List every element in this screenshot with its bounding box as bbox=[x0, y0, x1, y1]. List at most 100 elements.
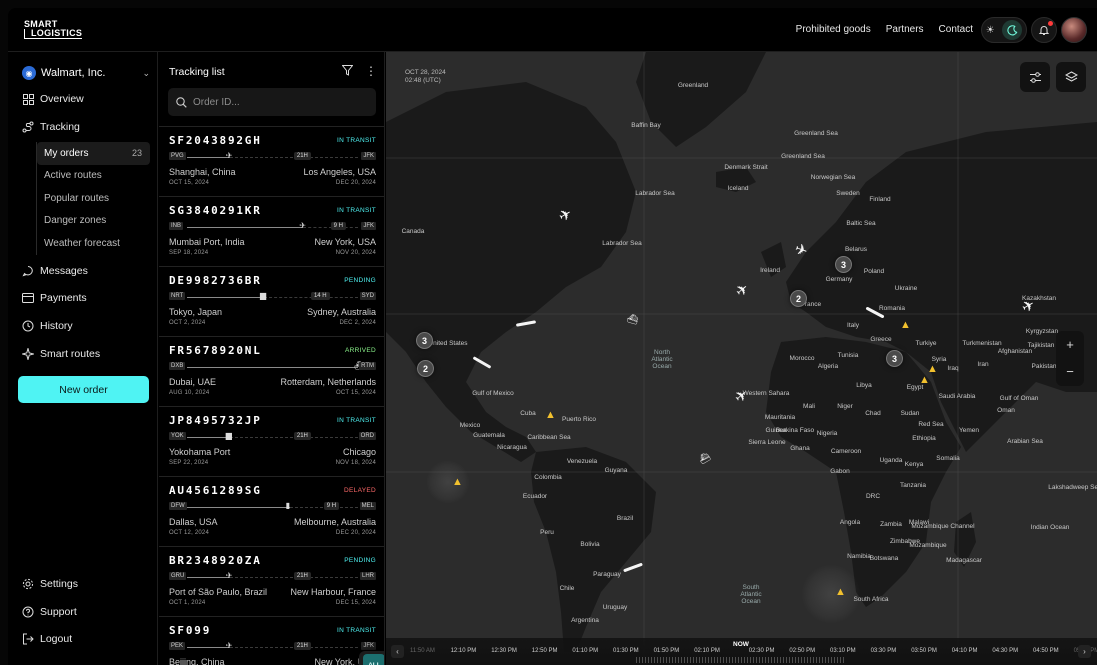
timeline-tick[interactable]: 01:10 PM bbox=[572, 648, 598, 654]
train-icon: ▮ bbox=[285, 501, 290, 510]
map-label: Greenland Sea bbox=[794, 130, 838, 137]
warning-icon[interactable]: ▲ bbox=[545, 409, 556, 421]
world-map[interactable]: Canada United States Mexico Gulf of Mexico C… bbox=[386, 52, 1097, 665]
origin-city: Dallas, USA bbox=[169, 517, 218, 527]
filter-all-button[interactable]: ALL bbox=[363, 654, 384, 665]
filter-icon[interactable] bbox=[341, 65, 354, 79]
order-row[interactable]: SG3840291KR IN TRANSIT INB ✈ 9 H JFK Mum… bbox=[159, 196, 384, 266]
order-route: PVG ✈ 21H JFK bbox=[169, 151, 376, 162]
order-route: NRT ▆ 14 H SYD bbox=[169, 291, 376, 302]
timeline-tick[interactable]: 04:50 PM bbox=[1033, 648, 1059, 654]
map-label: Guyana bbox=[604, 467, 628, 474]
warning-icon[interactable]: ▲ bbox=[452, 476, 463, 488]
zoom-out-button[interactable]: − bbox=[1056, 358, 1084, 385]
order-id: DE9982736BR bbox=[169, 274, 262, 287]
warning-icon[interactable]: ▲ bbox=[835, 586, 846, 598]
order-row[interactable]: JP8495732JP IN TRANSIT YOK ▆ 21H ORD Yok… bbox=[159, 406, 384, 476]
order-search[interactable] bbox=[168, 88, 376, 116]
cluster-marker[interactable]: 2 bbox=[417, 360, 434, 377]
map-label: Libya bbox=[856, 382, 872, 389]
map-label: Bolivia bbox=[580, 541, 600, 548]
warning-icon[interactable]: ▲ bbox=[919, 374, 930, 386]
nav-contact[interactable]: Contact bbox=[939, 24, 973, 35]
timeline-tick[interactable]: 03:10 PM bbox=[830, 648, 856, 654]
timeline-tick[interactable]: 03:50 PM bbox=[911, 648, 937, 654]
sidebar-item-smart-routes[interactable]: Smart routes bbox=[22, 345, 100, 363]
nav-prohibited-goods[interactable]: Prohibited goods bbox=[796, 24, 871, 35]
timeline-tick[interactable]: 12:10 PM bbox=[451, 648, 477, 654]
timeline-tick[interactable]: 04:10 PM bbox=[952, 648, 978, 654]
route-progress-done bbox=[187, 577, 230, 578]
destination-city: Los Angeles, USA bbox=[303, 167, 376, 177]
timeline-tick[interactable]: 02:10 PM bbox=[694, 648, 720, 654]
cluster-marker[interactable]: 2 bbox=[790, 290, 807, 307]
map-settings-button[interactable] bbox=[1020, 62, 1050, 92]
sidebar-subitem-my-orders[interactable]: My orders 23 bbox=[37, 142, 150, 165]
map-label: Greece bbox=[870, 336, 892, 343]
order-row[interactable]: FR5678920NL ARRIVED DXB ⛴ RTM Dubai, UAE… bbox=[159, 336, 384, 406]
timeline-tick[interactable]: 01:30 PM bbox=[613, 648, 639, 654]
sidebar-item-logout[interactable]: Logout bbox=[22, 630, 72, 648]
cluster-marker[interactable]: 3 bbox=[835, 256, 852, 273]
cluster-marker[interactable]: 3 bbox=[886, 350, 903, 367]
route-progress-done bbox=[187, 227, 304, 228]
timeline-next-button[interactable]: › bbox=[1078, 645, 1091, 658]
zoom-in-button[interactable]: + bbox=[1056, 331, 1084, 358]
timeline-tick[interactable]: 12:50 PM bbox=[532, 648, 558, 654]
map-label: Gabon bbox=[830, 468, 850, 475]
notifications-button[interactable] bbox=[1031, 17, 1057, 43]
nav-partners[interactable]: Partners bbox=[886, 24, 924, 35]
map-label: Namibia bbox=[847, 553, 871, 560]
logo[interactable]: SMART LOGISTICS bbox=[24, 20, 83, 39]
new-order-button[interactable]: New order bbox=[18, 376, 149, 403]
map-label: Gulf of Oman bbox=[999, 395, 1039, 402]
timeline-tick[interactable]: 02:30 PM bbox=[749, 648, 775, 654]
origin-city: Port of São Paulo, Brazil bbox=[169, 587, 268, 597]
sidebar-item-history[interactable]: History bbox=[22, 317, 73, 335]
app-frame: SMART LOGISTICS Prohibited goods Partner… bbox=[8, 8, 1097, 665]
map-label: Uganda bbox=[879, 457, 903, 464]
search-input[interactable] bbox=[193, 96, 363, 108]
map-label: Afghanistan bbox=[997, 348, 1033, 355]
sidebar-subitem-active-routes[interactable]: Active routes bbox=[37, 165, 150, 188]
cluster-marker[interactable]: 3 bbox=[416, 332, 433, 349]
sidebar-item-settings[interactable]: Settings bbox=[22, 575, 78, 593]
order-row[interactable]: BR2348920ZA PENDING GRU ✈ 21H LHR Port o… bbox=[159, 546, 384, 616]
sidebar-item-messages[interactable]: Messages bbox=[22, 262, 88, 280]
map-label: Zambia bbox=[880, 521, 902, 528]
map-label: Baffin Bay bbox=[631, 122, 661, 129]
notification-dot bbox=[1048, 21, 1053, 26]
timeline-tick[interactable]: 01:50 PM bbox=[654, 648, 680, 654]
sidebar-item-tracking[interactable]: Tracking bbox=[22, 118, 80, 136]
route-progress-done bbox=[187, 647, 230, 648]
map-label: Greenland Sea bbox=[781, 153, 825, 160]
theme-toggle[interactable]: ☀ bbox=[981, 17, 1027, 43]
timeline-tick[interactable]: 12:30 PM bbox=[491, 648, 517, 654]
timeline-tick[interactable]: 03:30 PM bbox=[871, 648, 897, 654]
user-avatar[interactable] bbox=[1061, 17, 1087, 43]
timeline-tick[interactable]: 02:50 PM bbox=[789, 648, 815, 654]
timeline-prev-button[interactable]: ‹ bbox=[391, 645, 404, 658]
timeline-tick[interactable]: 11:50 AM bbox=[410, 648, 435, 654]
order-row[interactable]: DE9982736BR PENDING NRT ▆ 14 H SYD Tokyo… bbox=[159, 266, 384, 336]
route-progress-done bbox=[187, 297, 264, 298]
clock-icon bbox=[22, 320, 34, 332]
order-row[interactable]: SF099 IN TRANSIT PEK ✈ 21H JFK Beijing, … bbox=[159, 616, 384, 665]
timeline-tick[interactable]: 04:30 PM bbox=[992, 648, 1018, 654]
moon-icon bbox=[1002, 20, 1023, 40]
timeline-now-label[interactable]: NOW bbox=[733, 641, 749, 648]
sidebar-item-overview[interactable]: Overview bbox=[22, 90, 84, 108]
sidebar-item-payments[interactable]: Payments bbox=[22, 289, 87, 307]
timeline-bar[interactable]: ‹ 11:50 AM 12:10 PM 12:30 PM 12:50 PM 01:10 … bbox=[386, 638, 1097, 665]
sidebar-subitem-danger-zones[interactable]: Danger zones bbox=[37, 210, 150, 233]
more-options-icon[interactable]: ⋮ bbox=[365, 64, 377, 78]
sidebar-subitem-weather-forecast[interactable]: Weather forecast bbox=[37, 232, 150, 255]
warning-icon[interactable]: ▲ bbox=[900, 319, 911, 331]
order-row[interactable]: SF2043892GH IN TRANSIT PVG ✈ 21H JFK Sha… bbox=[159, 126, 384, 196]
map-label: Mauritania bbox=[764, 414, 796, 421]
map-layers-button[interactable] bbox=[1056, 62, 1086, 92]
order-row[interactable]: AU4561289SG DELAYED DFW ▮ 9 H MEL Dallas… bbox=[159, 476, 384, 546]
company-selector[interactable]: ◉ Walmart, Inc. ⌄ bbox=[22, 65, 150, 81]
sidebar-subitem-popular-routes[interactable]: Popular routes bbox=[37, 187, 150, 210]
sidebar-item-support[interactable]: Support bbox=[22, 603, 77, 621]
